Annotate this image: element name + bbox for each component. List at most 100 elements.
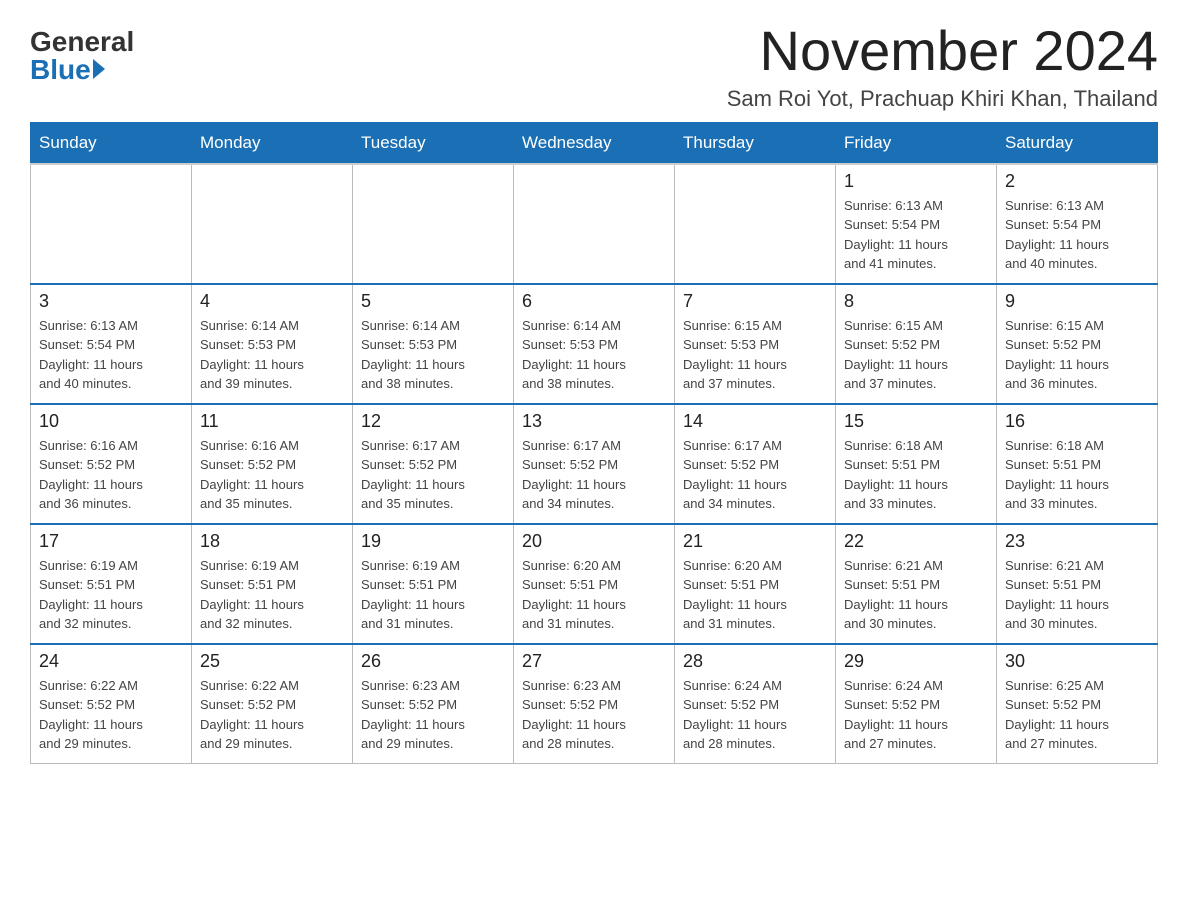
day-number: 27 bbox=[522, 651, 666, 672]
day-info: Sunrise: 6:16 AM Sunset: 5:52 PM Dayligh… bbox=[200, 436, 344, 514]
calendar-cell bbox=[514, 164, 675, 284]
calendar-cell: 22 Sunrise: 6:21 AM Sunset: 5:51 PM Dayli… bbox=[836, 524, 997, 644]
day-info: Sunrise: 6:24 AM Sunset: 5:52 PM Dayligh… bbox=[683, 676, 827, 754]
day-number: 28 bbox=[683, 651, 827, 672]
calendar-cell: 16 Sunrise: 6:18 AM Sunset: 5:51 PM Dayli… bbox=[997, 404, 1158, 524]
day-number: 14 bbox=[683, 411, 827, 432]
calendar-cell: 3Sunrise: 6:13 AM Sunset: 5:54 PM Daylig… bbox=[31, 284, 192, 404]
calendar-cell bbox=[353, 164, 514, 284]
calendar-week-row: 10 Sunrise: 6:16 AM Sunset: 5:52 PM Dayli… bbox=[31, 404, 1158, 524]
day-number: 2 bbox=[1005, 171, 1149, 192]
day-number: 22 bbox=[844, 531, 988, 552]
day-info: Sunrise: 6:20 AM Sunset: 5:51 PM Dayligh… bbox=[522, 556, 666, 634]
calendar-cell: 26Sunrise: 6:23 AM Sunset: 5:52 PM Dayli… bbox=[353, 644, 514, 764]
day-info: Sunrise: 6:22 AM Sunset: 5:52 PM Dayligh… bbox=[200, 676, 344, 754]
calendar-cell: 8Sunrise: 6:15 AM Sunset: 5:52 PM Daylig… bbox=[836, 284, 997, 404]
day-info: Sunrise: 6:24 AM Sunset: 5:52 PM Dayligh… bbox=[844, 676, 988, 754]
day-info: Sunrise: 6:23 AM Sunset: 5:52 PM Dayligh… bbox=[522, 676, 666, 754]
calendar-cell: 4 Sunrise: 6:14 AM Sunset: 5:53 PM Daylig… bbox=[192, 284, 353, 404]
calendar-cell: 5 Sunrise: 6:14 AM Sunset: 5:53 PM Daylig… bbox=[353, 284, 514, 404]
calendar-cell: 14 Sunrise: 6:17 AM Sunset: 5:52 PM Dayli… bbox=[675, 404, 836, 524]
calendar-cell: 9 Sunrise: 6:15 AM Sunset: 5:52 PM Daylig… bbox=[997, 284, 1158, 404]
day-info: Sunrise: 6:18 AM Sunset: 5:51 PM Dayligh… bbox=[1005, 436, 1149, 514]
calendar-cell bbox=[675, 164, 836, 284]
calendar-cell: 12 Sunrise: 6:17 AM Sunset: 5:52 PM Dayli… bbox=[353, 404, 514, 524]
calendar-cell: 13 Sunrise: 6:17 AM Sunset: 5:52 PM Dayli… bbox=[514, 404, 675, 524]
day-number: 8 bbox=[844, 291, 988, 312]
day-info: Sunrise: 6:20 AM Sunset: 5:51 PM Dayligh… bbox=[683, 556, 827, 634]
day-info: Sunrise: 6:14 AM Sunset: 5:53 PM Dayligh… bbox=[361, 316, 505, 394]
col-tuesday: Tuesday bbox=[353, 122, 514, 164]
day-info: Sunrise: 6:19 AM Sunset: 5:51 PM Dayligh… bbox=[361, 556, 505, 634]
day-info: Sunrise: 6:16 AM Sunset: 5:52 PM Dayligh… bbox=[39, 436, 183, 514]
calendar-cell: 11 Sunrise: 6:16 AM Sunset: 5:52 PM Dayli… bbox=[192, 404, 353, 524]
month-title: November 2024 bbox=[727, 20, 1158, 82]
day-info: Sunrise: 6:21 AM Sunset: 5:51 PM Dayligh… bbox=[1005, 556, 1149, 634]
day-number: 17 bbox=[39, 531, 183, 552]
calendar-cell: 28 Sunrise: 6:24 AM Sunset: 5:52 PM Dayli… bbox=[675, 644, 836, 764]
col-friday: Friday bbox=[836, 122, 997, 164]
calendar-cell: 6Sunrise: 6:14 AM Sunset: 5:53 PM Daylig… bbox=[514, 284, 675, 404]
col-wednesday: Wednesday bbox=[514, 122, 675, 164]
col-thursday: Thursday bbox=[675, 122, 836, 164]
calendar-cell bbox=[31, 164, 192, 284]
day-number: 5 bbox=[361, 291, 505, 312]
day-number: 10 bbox=[39, 411, 183, 432]
location-title: Sam Roi Yot, Prachuap Khiri Khan, Thaila… bbox=[727, 86, 1158, 112]
day-number: 13 bbox=[522, 411, 666, 432]
day-number: 24 bbox=[39, 651, 183, 672]
day-number: 18 bbox=[200, 531, 344, 552]
day-number: 29 bbox=[844, 651, 988, 672]
day-info: Sunrise: 6:17 AM Sunset: 5:52 PM Dayligh… bbox=[361, 436, 505, 514]
day-number: 9 bbox=[1005, 291, 1149, 312]
calendar-cell: 23Sunrise: 6:21 AM Sunset: 5:51 PM Dayli… bbox=[997, 524, 1158, 644]
calendar-cell: 1 Sunrise: 6:13 AM Sunset: 5:54 PM Daylig… bbox=[836, 164, 997, 284]
calendar-cell: 27 Sunrise: 6:23 AM Sunset: 5:52 PM Dayli… bbox=[514, 644, 675, 764]
day-number: 19 bbox=[361, 531, 505, 552]
day-info: Sunrise: 6:23 AM Sunset: 5:52 PM Dayligh… bbox=[361, 676, 505, 754]
calendar-week-row: 3Sunrise: 6:13 AM Sunset: 5:54 PM Daylig… bbox=[31, 284, 1158, 404]
day-info: Sunrise: 6:21 AM Sunset: 5:51 PM Dayligh… bbox=[844, 556, 988, 634]
day-info: Sunrise: 6:19 AM Sunset: 5:51 PM Dayligh… bbox=[39, 556, 183, 634]
calendar-cell: 15Sunrise: 6:18 AM Sunset: 5:51 PM Dayli… bbox=[836, 404, 997, 524]
day-number: 20 bbox=[522, 531, 666, 552]
day-info: Sunrise: 6:18 AM Sunset: 5:51 PM Dayligh… bbox=[844, 436, 988, 514]
col-sunday: Sunday bbox=[31, 122, 192, 164]
day-info: Sunrise: 6:17 AM Sunset: 5:52 PM Dayligh… bbox=[683, 436, 827, 514]
calendar-week-row: 24 Sunrise: 6:22 AM Sunset: 5:52 PM Dayli… bbox=[31, 644, 1158, 764]
calendar-header-row: Sunday Monday Tuesday Wednesday Thursday… bbox=[31, 122, 1158, 164]
calendar-cell: 29 Sunrise: 6:24 AM Sunset: 5:52 PM Dayli… bbox=[836, 644, 997, 764]
day-info: Sunrise: 6:25 AM Sunset: 5:52 PM Dayligh… bbox=[1005, 676, 1149, 754]
header: General Blue November 2024 Sam Roi Yot, … bbox=[30, 20, 1158, 112]
day-info: Sunrise: 6:19 AM Sunset: 5:51 PM Dayligh… bbox=[200, 556, 344, 634]
calendar-cell: 10 Sunrise: 6:16 AM Sunset: 5:52 PM Dayli… bbox=[31, 404, 192, 524]
day-info: Sunrise: 6:22 AM Sunset: 5:52 PM Dayligh… bbox=[39, 676, 183, 754]
calendar-cell: 7 Sunrise: 6:15 AM Sunset: 5:53 PM Daylig… bbox=[675, 284, 836, 404]
day-number: 25 bbox=[200, 651, 344, 672]
day-info: Sunrise: 6:13 AM Sunset: 5:54 PM Dayligh… bbox=[844, 196, 988, 274]
day-info: Sunrise: 6:14 AM Sunset: 5:53 PM Dayligh… bbox=[522, 316, 666, 394]
calendar-cell: 17 Sunrise: 6:19 AM Sunset: 5:51 PM Dayli… bbox=[31, 524, 192, 644]
day-number: 16 bbox=[1005, 411, 1149, 432]
col-monday: Monday bbox=[192, 122, 353, 164]
calendar-cell: 2 Sunrise: 6:13 AM Sunset: 5:54 PM Daylig… bbox=[997, 164, 1158, 284]
day-info: Sunrise: 6:15 AM Sunset: 5:53 PM Dayligh… bbox=[683, 316, 827, 394]
day-info: Sunrise: 6:14 AM Sunset: 5:53 PM Dayligh… bbox=[200, 316, 344, 394]
calendar-cell: 21 Sunrise: 6:20 AM Sunset: 5:51 PM Dayli… bbox=[675, 524, 836, 644]
calendar-cell: 20 Sunrise: 6:20 AM Sunset: 5:51 PM Dayli… bbox=[514, 524, 675, 644]
calendar-week-row: 17 Sunrise: 6:19 AM Sunset: 5:51 PM Dayli… bbox=[31, 524, 1158, 644]
day-number: 21 bbox=[683, 531, 827, 552]
calendar-cell: 24 Sunrise: 6:22 AM Sunset: 5:52 PM Dayli… bbox=[31, 644, 192, 764]
title-area: November 2024 Sam Roi Yot, Prachuap Khir… bbox=[727, 20, 1158, 112]
calendar-cell bbox=[192, 164, 353, 284]
day-number: 11 bbox=[200, 411, 344, 432]
day-info: Sunrise: 6:13 AM Sunset: 5:54 PM Dayligh… bbox=[1005, 196, 1149, 274]
day-number: 4 bbox=[200, 291, 344, 312]
calendar-cell: 30Sunrise: 6:25 AM Sunset: 5:52 PM Dayli… bbox=[997, 644, 1158, 764]
day-info: Sunrise: 6:15 AM Sunset: 5:52 PM Dayligh… bbox=[1005, 316, 1149, 394]
logo: General Blue bbox=[30, 20, 134, 84]
day-number: 7 bbox=[683, 291, 827, 312]
day-number: 1 bbox=[844, 171, 988, 192]
day-info: Sunrise: 6:17 AM Sunset: 5:52 PM Dayligh… bbox=[522, 436, 666, 514]
day-number: 12 bbox=[361, 411, 505, 432]
